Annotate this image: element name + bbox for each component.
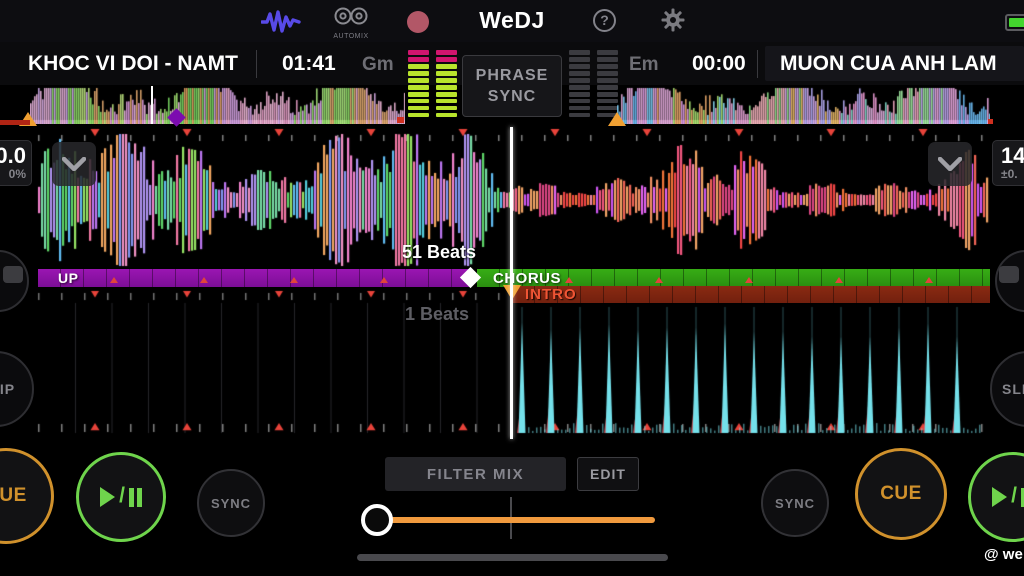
filter-mix-label: FILTER MIX — [427, 466, 524, 483]
battery-icon — [1005, 14, 1024, 31]
phrase-sync-line1: PHRASE — [476, 65, 549, 86]
deck1-cue-label: CUE — [0, 485, 27, 507]
overview-left-red-strip — [0, 120, 30, 125]
deck1-phrase-up-bar: UP — [38, 269, 471, 287]
beat-triangle — [290, 277, 298, 283]
settings-gear-icon[interactable] — [661, 8, 685, 32]
deck1-overview-waveform[interactable] — [30, 86, 405, 124]
deck2-cue-button[interactable]: CUE — [855, 448, 947, 540]
deck2-sync-label: SYNC — [775, 496, 815, 511]
crossfader-track[interactable] — [383, 517, 655, 523]
deck2-level-meter — [569, 50, 618, 117]
deck2-elapsed-time: 00:00 — [692, 52, 746, 76]
deck2-cue-label: CUE — [880, 483, 922, 505]
edit-button[interactable]: EDIT — [577, 457, 639, 491]
beat-triangle — [110, 277, 118, 283]
phrase-up-label: UP — [58, 270, 78, 286]
deck1-tempo-value: 0.0 — [0, 145, 26, 167]
deck1-overview-playhead — [151, 86, 153, 124]
beat-triangle — [835, 277, 843, 283]
automix-reels-icon — [333, 5, 369, 27]
chevron-down-icon — [62, 157, 86, 171]
deck1-sync-label: SYNC — [211, 496, 251, 511]
deck1-loop-icon — [3, 266, 23, 283]
play-pause-icon: / — [992, 485, 1024, 509]
deck1-key: Gm — [362, 54, 394, 76]
filter-mix-button[interactable]: FILTER MIX — [385, 457, 566, 491]
deck2-overview-position-marker — [608, 112, 626, 126]
deck1-level-meter — [408, 50, 457, 117]
deck1-phrase-chorus-bar: CHORUS — [477, 269, 990, 287]
watermark-text: @ we — [984, 546, 1023, 563]
deck2-slip-label: SLIP — [1002, 381, 1024, 397]
beat-triangle — [380, 277, 388, 283]
phrase-sync-button[interactable]: PHRASE SYNC — [462, 55, 562, 117]
beat-triangle — [925, 277, 933, 283]
beat-triangle — [200, 277, 208, 283]
crossfader-knob[interactable] — [361, 504, 393, 536]
divider — [757, 50, 758, 78]
divider — [256, 50, 257, 78]
deck1-track-title[interactable]: KHOC VI DOI - NAMT — [28, 52, 258, 76]
center-playhead — [510, 127, 513, 439]
app-title: WeDJ — [479, 7, 545, 34]
deck1-tempo-display: 0.0 0% — [0, 140, 32, 186]
play-pause-icon: / — [100, 485, 142, 509]
deck1-sync-button[interactable]: SYNC — [197, 469, 265, 537]
deck2-phrase-intro-bar: INTRO — [512, 286, 990, 303]
deck2-overview-end-marker — [988, 119, 993, 124]
deck2-beats-count: 1 Beats — [405, 304, 469, 325]
deck1-tempo-range: 0% — [0, 167, 26, 181]
phrase-sync-line2: SYNC — [488, 86, 536, 107]
record-button[interactable] — [407, 11, 429, 33]
wedj-app-screen: AUTOMIX WeDJ ? KHOC VI DOI - NAMT 01:41 … — [0, 0, 1024, 576]
beat-triangle — [655, 277, 663, 283]
edit-label: EDIT — [590, 466, 626, 482]
beat-triangle — [745, 277, 753, 283]
deck2-tempo-range: ±0. — [1001, 167, 1024, 181]
deck2-play-pause-button[interactable]: / — [968, 452, 1024, 542]
phrase-ticks — [38, 269, 471, 287]
deck2-tempo-value: 14 — [1001, 145, 1024, 167]
automix-label: AUTOMIX — [330, 33, 372, 40]
waveform-view-icon[interactable] — [261, 9, 301, 35]
phrase-intro-label: INTRO — [525, 286, 577, 303]
help-icon[interactable]: ? — [593, 9, 616, 32]
deck2-track-title[interactable]: MUON CUA ANH LAM — [780, 52, 1024, 76]
phrase-ticks — [512, 286, 990, 303]
deck1-beats-count: 51 Beats — [402, 242, 476, 263]
deck1-cue-button[interactable]: CUE — [0, 448, 54, 544]
deck2-tempo-display: 14 ±0. — [992, 140, 1024, 186]
deck2-sync-button[interactable]: SYNC — [761, 469, 829, 537]
deck1-overview-end-marker — [397, 117, 404, 123]
deck2-collapse-button[interactable] — [928, 142, 972, 186]
deck1-play-pause-button[interactable]: / — [76, 452, 166, 542]
deck2-loop-icon — [999, 266, 1019, 283]
deck1-slip-label: SLIP — [0, 381, 15, 397]
automix-button[interactable]: AUTOMIX — [330, 5, 372, 39]
deck1-collapse-button[interactable] — [52, 142, 96, 186]
chevron-down-icon — [938, 157, 962, 171]
home-indicator-bar — [357, 554, 668, 561]
deck2-overview-waveform[interactable] — [617, 86, 990, 124]
beat-triangle — [565, 277, 573, 283]
deck1-elapsed-time: 01:41 — [282, 52, 336, 76]
deck2-key: Em — [629, 54, 659, 76]
